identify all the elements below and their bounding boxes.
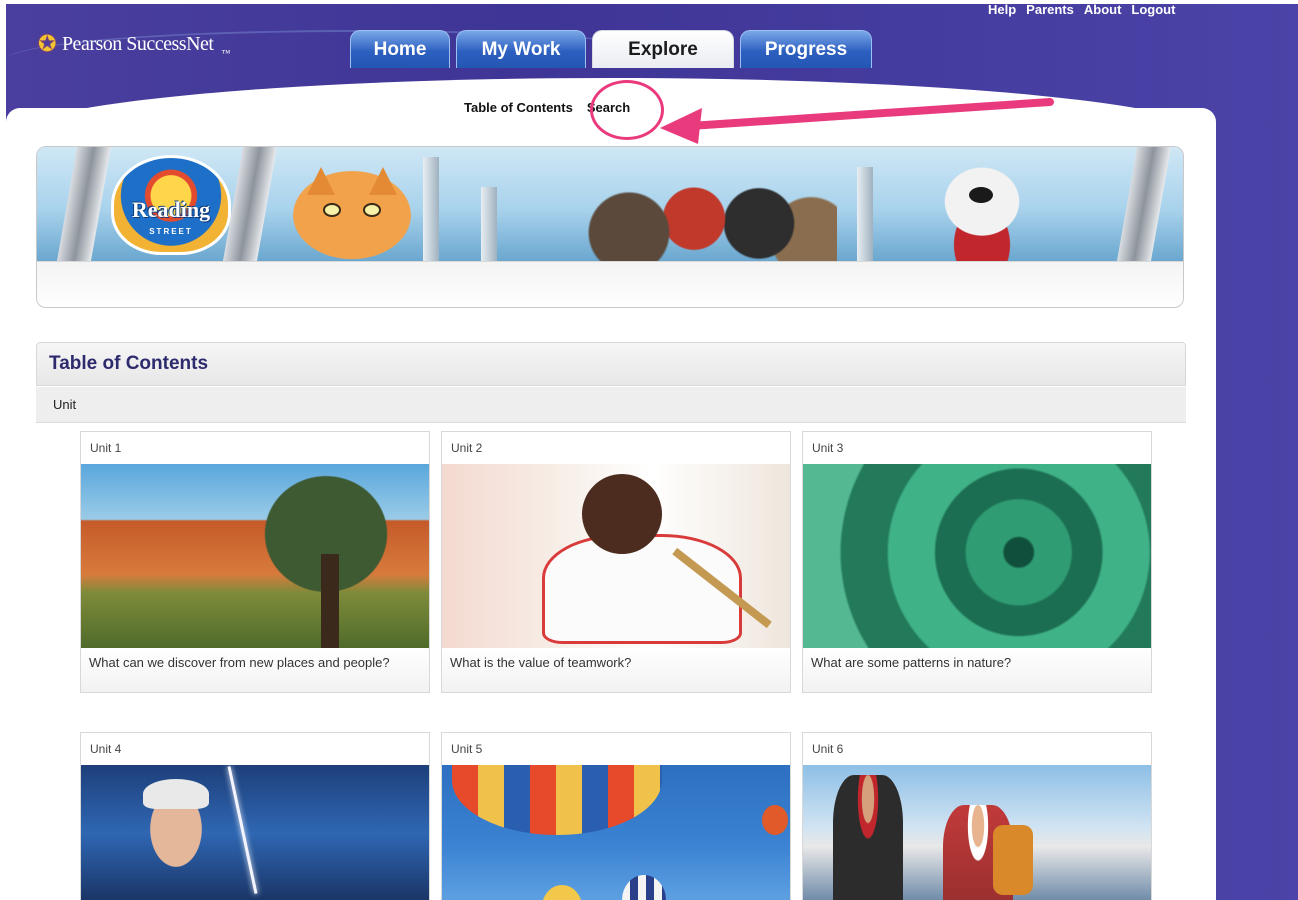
cat-character [277, 159, 427, 261]
reading-street-logo: Reading STREET [111, 155, 231, 255]
reading-street-banner: Reading STREET [36, 146, 1184, 308]
unit-card-caption: What are some patterns in nature? [803, 648, 1151, 692]
balloon-art [622, 875, 666, 900]
banner-bar [37, 261, 1183, 307]
subnav-table-of-contents[interactable]: Table of Contents [464, 100, 573, 115]
city-tower [423, 157, 439, 261]
balloon-art [542, 885, 582, 900]
unit-card-title: Unit 1 [81, 432, 429, 464]
about-link[interactable]: About [1084, 2, 1122, 17]
tree-trunk-art [321, 554, 339, 648]
banner-frame-left [56, 147, 112, 261]
dog-character [917, 153, 1047, 261]
unit-4-image[interactable] [81, 765, 429, 900]
unit-card-caption: What can we discover from new places and… [81, 648, 429, 692]
cat-ear-right [369, 167, 397, 195]
dog-nose [969, 187, 993, 203]
unit-card-title: Unit 3 [803, 432, 1151, 464]
trademark: ™ [221, 48, 230, 58]
climber-art [833, 775, 903, 900]
tab-home[interactable]: Home [350, 30, 450, 68]
utility-links: Help Parents About Logout [988, 2, 1175, 17]
badge-title: Reading [131, 197, 211, 222]
unit-3-image[interactable] [803, 464, 1151, 648]
banner-frame-right [1116, 147, 1172, 261]
balloon-art [762, 805, 788, 835]
main-tabs: Home My Work Explore Progress [350, 30, 872, 68]
shirt-art [542, 534, 742, 644]
badge-subtitle: STREET [149, 227, 193, 236]
city-tower [857, 167, 873, 261]
unit-2-image[interactable] [442, 464, 790, 648]
unit-5-image[interactable] [442, 765, 790, 900]
unit-1-image[interactable] [81, 464, 429, 648]
banner-artwork: Reading STREET [37, 147, 1183, 261]
annotation-arrow [660, 98, 1054, 144]
unit-card[interactable]: Unit 6 [802, 732, 1152, 900]
unit-card[interactable]: Unit 4 [80, 732, 430, 900]
hair-art [143, 779, 209, 809]
unit-card-caption: What is the value of teamwork? [442, 648, 790, 692]
unit-card[interactable]: Unit 3 What are some patterns in nature? [802, 431, 1152, 693]
parents-link[interactable]: Parents [1026, 2, 1074, 17]
face-art [582, 474, 662, 554]
balloon-art [452, 765, 662, 835]
toc-title: Table of Contents [36, 342, 1186, 386]
backpack-art [993, 825, 1033, 895]
unit-filter-label: Unit [36, 387, 1186, 423]
logout-link[interactable]: Logout [1131, 2, 1175, 17]
tab-progress[interactable]: Progress [740, 30, 872, 68]
tab-explore[interactable]: Explore [592, 30, 734, 68]
logo-text: Pearson SuccessNet [61, 32, 214, 55]
cat-ear-left [307, 167, 335, 195]
star-icon: ✪ [38, 31, 56, 56]
tab-my-work[interactable]: My Work [456, 30, 586, 68]
crowd-characters [577, 167, 837, 261]
unit-card-title: Unit 5 [442, 733, 790, 765]
unit-6-image[interactable] [803, 765, 1151, 900]
city-tower [481, 187, 497, 261]
cat-eye-left [323, 203, 341, 217]
cat-eye-right [363, 203, 381, 217]
pearson-logo[interactable]: ✪ Pearson SuccessNet ™ [38, 30, 230, 58]
unit-card[interactable]: Unit 5 [441, 732, 791, 900]
banner-frame-mid [222, 147, 278, 261]
unit-card[interactable]: Unit 1 What can we discover from new pla… [80, 431, 430, 693]
lightning-art [227, 766, 258, 894]
unit-card-title: Unit 2 [442, 432, 790, 464]
unit-card[interactable]: Unit 2 What is the value of teamwork? [441, 431, 791, 693]
help-link[interactable]: Help [988, 2, 1016, 17]
unit-card-title: Unit 6 [803, 733, 1151, 765]
unit-card-title: Unit 4 [81, 733, 429, 765]
